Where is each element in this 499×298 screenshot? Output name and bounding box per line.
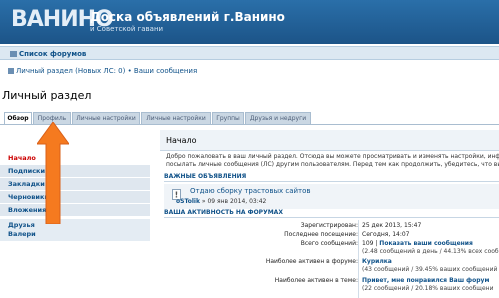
announcement-author[interactable]: oSTolik [176, 198, 200, 205]
active-forum-value: Курилка [362, 258, 392, 265]
active-topic-link[interactable]: Привет, мне понравился Ваш форум [362, 277, 489, 284]
sidebar-item-start[interactable]: Начало [0, 152, 150, 165]
last-visit-label: Последнее посещение: [284, 231, 358, 238]
friend-link[interactable]: Валери [8, 230, 142, 239]
active-forum-label: Наиболее активен в форуме: [265, 258, 358, 265]
registered-value: 25 дек 2013, 15:47 [362, 222, 422, 229]
total-posts-count: 109 [362, 240, 374, 247]
sidebar-item-bookmarks[interactable]: Закладки [0, 178, 150, 191]
forum-list-link[interactable]: Список форумов [10, 50, 86, 58]
ucp-icon [8, 68, 14, 74]
registered-label: Зарегистрирован: [300, 222, 358, 229]
intro-text: Добро пожаловать в ваш личный раздел. От… [166, 153, 499, 169]
active-topic-label: Наиболее активен в теме: [274, 277, 358, 284]
site-header: ВАНИНО Доска объявлений г.Ванино и Совет… [0, 0, 499, 44]
forum-list-label: Список форумов [19, 50, 87, 58]
site-description: и Советской гавани [90, 25, 164, 33]
active-topic-stats: (22 сообщений / 20.18% ваших сообщени [362, 285, 494, 292]
announcement-date: » 09 янв 2014, 03:42 [201, 198, 267, 205]
panel-heading: Начало [166, 136, 197, 145]
posts-per-day: (2.48 сообщений в день / 44.13% всех соо… [362, 248, 499, 255]
sidebar-item-attachments[interactable]: Вложения [0, 204, 150, 217]
navbar: Список форумов [0, 46, 499, 60]
activity-heading: ВАША АКТИВНОСТЬ НА ФОРУМАХ [164, 209, 499, 218]
important-announcements-heading: ВАЖНЫЕ ОБЪЯВЛЕНИЯ [164, 173, 499, 182]
last-visit-value: Сегодня, 14:07 [362, 231, 410, 238]
column-divider [358, 220, 359, 298]
announcement-meta: oSTolik » 09 янв 2014, 03:42 [176, 198, 266, 205]
show-posts-link[interactable]: Показать ваши сообщения [379, 240, 473, 247]
friends-heading: Друзья [8, 221, 35, 229]
friends-box: Друзья Валери [0, 219, 150, 241]
active-forum-link[interactable]: Курилка [362, 258, 392, 265]
active-topic-value: Привет, мне понравился Ваш форум [362, 277, 489, 284]
tab-divider [0, 124, 499, 125]
sidebar: Начало Подписки Закладки Черновики Вложе… [0, 152, 150, 217]
sidebar-item-drafts[interactable]: Черновики [0, 191, 150, 204]
up-arrow-icon [37, 122, 69, 224]
site-title: Доска объявлений г.Ванино [90, 10, 285, 24]
site-logo[interactable]: ВАНИНО [4, 3, 114, 35]
total-posts-value: 109 | Показать ваши сообщения [362, 240, 473, 247]
page-title: Личный раздел [2, 89, 92, 102]
total-posts-label: Всего сообщений: [300, 240, 358, 247]
intro-line-2: посылать личные сообщения (ЛС) другим по… [166, 161, 499, 168]
announcement-title[interactable]: Отдаю сборку трастовых сайтов [190, 187, 311, 195]
breadcrumb[interactable]: Личный раздел (Новых ЛС: 0) • Ваши сообщ… [8, 67, 197, 75]
intro-line-1: Добро пожаловать в ваш личный раздел. От… [166, 153, 499, 160]
breadcrumb-text: Личный раздел (Новых ЛС: 0) • Ваши сообщ… [16, 67, 198, 75]
active-forum-stats: (43 сообщений / 39.45% ваших сообщений [362, 266, 498, 273]
sidebar-item-subscriptions[interactable]: Подписки [0, 165, 150, 178]
home-icon [10, 51, 17, 57]
